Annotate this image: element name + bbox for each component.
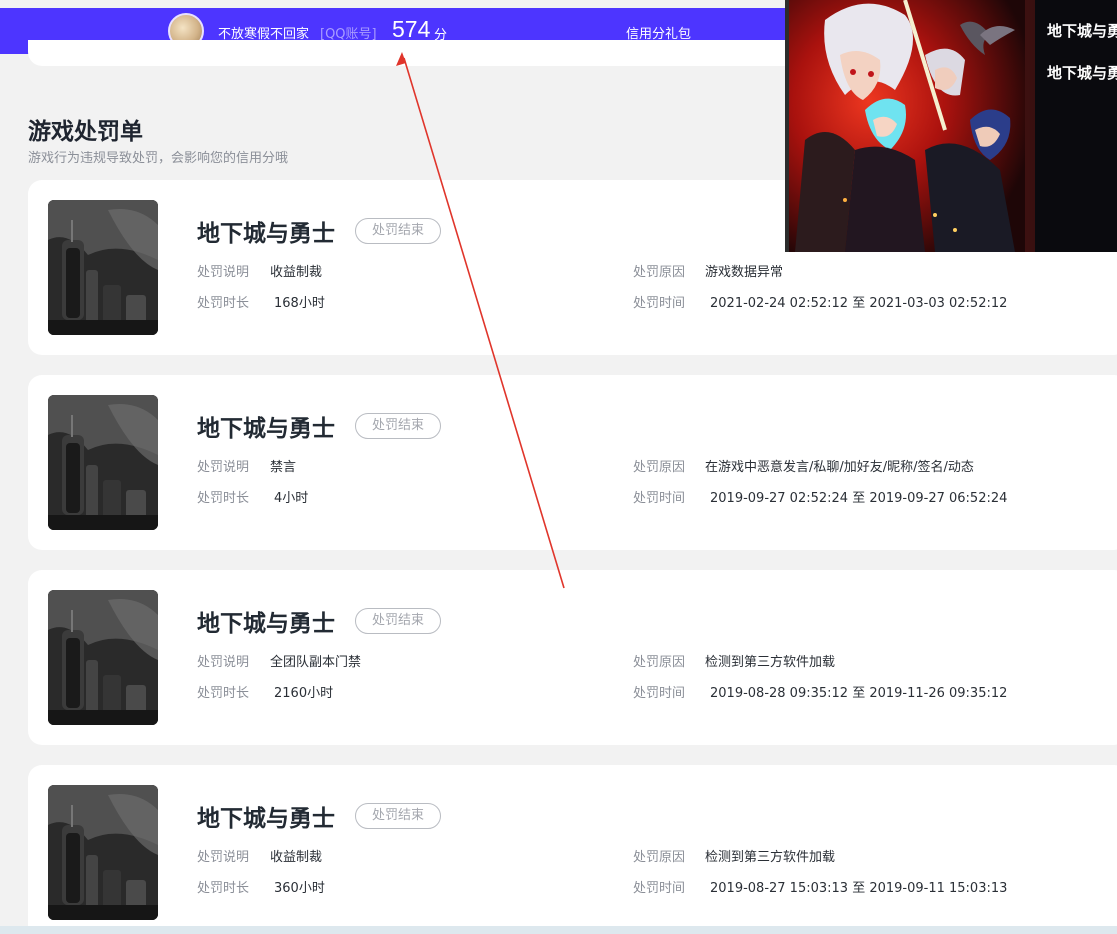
game-name: 地下城与勇士 [197, 221, 335, 247]
game-name: 地下城与勇士 [197, 611, 335, 637]
section-title: 游戏处罚单 [28, 119, 143, 145]
time-label: 处罚时间 [633, 296, 686, 311]
status-badge: 处罚结束 [355, 218, 441, 244]
reason-value: 检测到第三方软件加载 [705, 850, 836, 865]
time-value: 2019-08-28 09:35:12 至 2019-11-26 09:35:1… [710, 686, 1008, 701]
game-thumbnail [48, 200, 158, 335]
duration-value: 2160小时 [274, 686, 334, 701]
penalty-card[interactable]: 地下城与勇士 处罚结束 处罚说明 全团队副本门禁 处罚时长 2160小时 处罚原… [28, 570, 1117, 745]
status-badge: 处罚结束 [355, 413, 441, 439]
duration-value: 360小时 [274, 881, 325, 896]
time-value: 2019-08-27 15:03:13 至 2019-09-11 15:03:1… [710, 881, 1008, 896]
penalty-card[interactable]: 地下城与勇士 处罚结束 处罚说明 收益制裁 处罚时长 360小时 处罚原因 检测… [28, 765, 1117, 934]
bottom-strip [0, 926, 1117, 934]
reason-label: 处罚原因 [633, 460, 686, 475]
reason-value: 游戏数据异常 [705, 265, 784, 280]
duration-value: 4小时 [274, 491, 309, 506]
game-promo-artwork: 地下城与勇士 地下城与勇士 [785, 0, 1117, 252]
game-thumbnail [48, 785, 158, 920]
time-label: 处罚时间 [633, 686, 686, 701]
duration-label: 处罚时长 [197, 491, 250, 506]
duration-label: 处罚时长 [197, 686, 250, 701]
reason-value: 检测到第三方软件加载 [705, 655, 836, 670]
credit-score: 574 [392, 16, 431, 42]
desc-label: 处罚说明 [197, 850, 250, 865]
time-label: 处罚时间 [633, 881, 686, 896]
time-value: 2021-02-24 02:52:12 至 2021-03-03 02:52:1… [710, 296, 1008, 311]
desc-value: 收益制裁 [270, 850, 323, 865]
reason-label: 处罚原因 [633, 265, 686, 280]
status-badge: 处罚结束 [355, 608, 441, 634]
reason-label: 处罚原因 [633, 655, 686, 670]
game-thumbnail [48, 590, 158, 725]
desc-value: 收益制裁 [270, 265, 323, 280]
time-value: 2019-09-27 02:52:24 至 2019-09-27 06:52:2… [710, 491, 1008, 506]
desc-label: 处罚说明 [197, 460, 250, 475]
status-badge: 处罚结束 [355, 803, 441, 829]
section-subtitle: 游戏行为违规导致处罚，会影响您的信用分哦 [28, 151, 289, 166]
desc-value: 全团队副本门禁 [270, 655, 362, 670]
duration-value: 168小时 [274, 296, 325, 311]
game-thumbnail [48, 395, 158, 530]
reason-label: 处罚原因 [633, 850, 686, 865]
reason-value: 在游戏中恶意发言/私聊/加好友/昵称/签名/动态 [705, 460, 974, 475]
duration-label: 处罚时长 [197, 881, 250, 896]
game-name: 地下城与勇士 [197, 806, 335, 832]
time-label: 处罚时间 [633, 491, 686, 506]
desc-label: 处罚说明 [197, 655, 250, 670]
logo-text-top: 地下城与勇士 [1047, 22, 1117, 40]
desc-value: 禁言 [270, 460, 297, 475]
duration-label: 处罚时长 [197, 296, 250, 311]
desc-label: 处罚说明 [197, 265, 250, 280]
penalty-card[interactable]: 地下城与勇士 处罚结束 处罚说明 禁言 处罚时长 4小时 处罚原因 在游戏中恶意… [28, 375, 1117, 550]
game-name: 地下城与勇士 [197, 416, 335, 442]
logo-text-bottom: 地下城与勇士 [1047, 64, 1117, 82]
